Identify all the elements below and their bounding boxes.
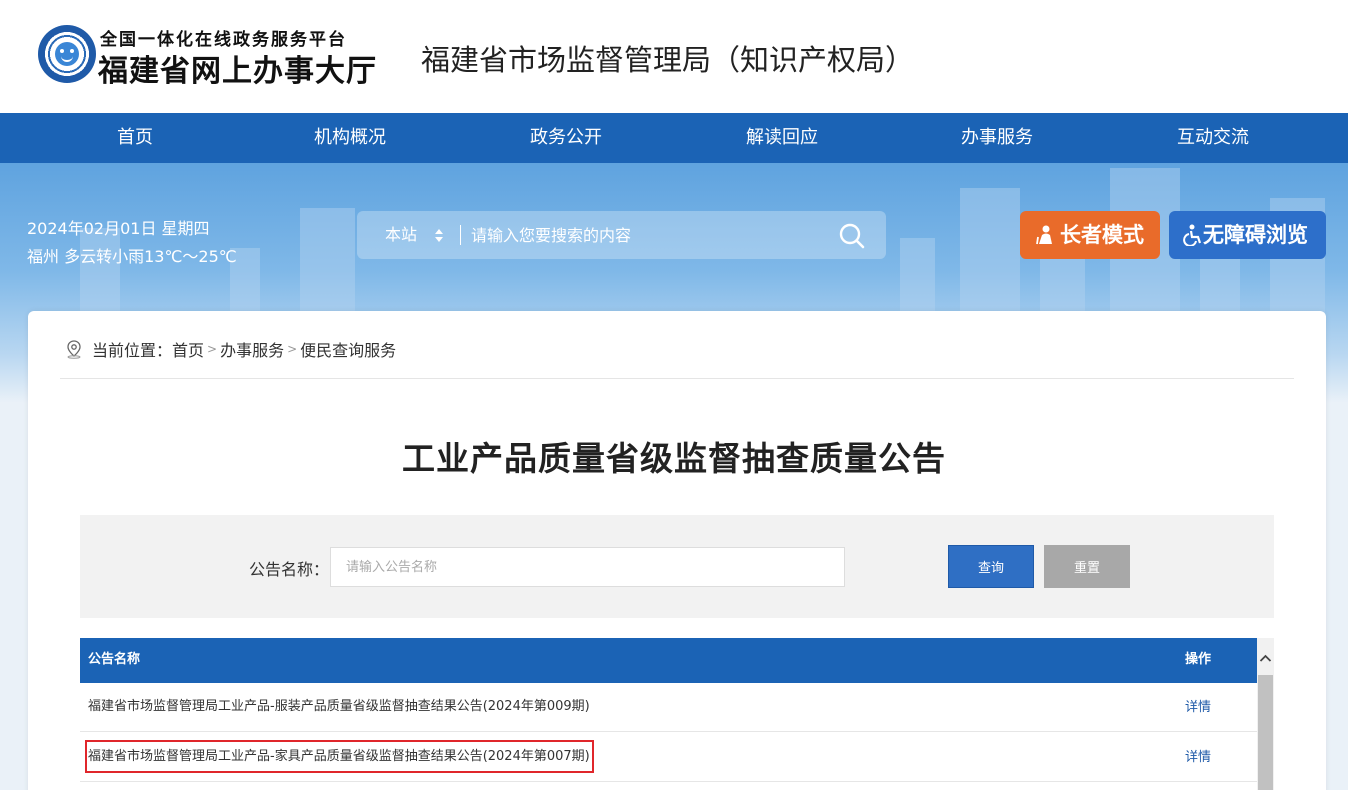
filter-label: 公告名称： — [249, 560, 330, 579]
nav-item-interaction[interactable]: 互动交流 — [1105, 113, 1321, 163]
search-scope-select[interactable]: 本站 — [385, 211, 417, 259]
breadcrumb: 当前位置： 首页 > 办事服务 > 便民查询服务 — [64, 337, 396, 361]
search-divider — [460, 225, 461, 245]
site-header: 全国一体化在线政务服务平台 福建省网上办事大厅 福建省市场监督管理局（知识产权局… — [0, 0, 1348, 113]
breadcrumb-separator: > — [207, 342, 218, 356]
accessibility-button[interactable]: 无障碍浏览 — [1169, 211, 1326, 259]
search-input[interactable] — [471, 219, 821, 251]
breadcrumb-divider — [60, 378, 1294, 379]
location-pin-icon — [67, 340, 81, 359]
logo-emblem-icon[interactable] — [38, 25, 96, 83]
elder-person-icon — [1036, 225, 1052, 245]
table-row: 福建省市场监督管理局工业产品-服装产品质量省级监督抽查结果公告(2024年第00… — [80, 683, 1257, 732]
main-nav: 首页 机构概况 政务公开 解读回应 办事服务 互动交流 — [0, 113, 1348, 163]
search-icon[interactable] — [839, 223, 865, 249]
site-search-box: 本站 — [357, 211, 886, 259]
nav-item-services[interactable]: 办事服务 — [889, 113, 1105, 163]
table-scrollbar[interactable] — [1257, 638, 1274, 790]
scroll-thumb[interactable] — [1258, 675, 1273, 790]
nav-item-gov-info[interactable]: 政务公开 — [458, 113, 674, 163]
column-header-name: 公告名称 — [88, 652, 141, 667]
nav-item-interpretation[interactable]: 解读回应 — [674, 113, 890, 163]
reset-button[interactable]: 重置 — [1044, 545, 1130, 588]
detail-link[interactable]: 详情 — [1185, 683, 1211, 733]
table-row: 福建省市场监督管理局工业产品-家具产品质量省级监督抽查结果公告(2024年第00… — [80, 733, 1257, 782]
breadcrumb-separator: > — [287, 342, 298, 356]
nav-item-about[interactable]: 机构概况 — [242, 113, 458, 163]
scroll-up-arrow-icon[interactable] — [1257, 650, 1274, 667]
elder-mode-label: 长者模式 — [1060, 223, 1144, 247]
site-title: 福建省市场监督管理局（知识产权局） — [421, 43, 915, 77]
detail-link[interactable]: 详情 — [1185, 733, 1211, 783]
table-header: 公告名称 操作 — [80, 638, 1257, 683]
wheelchair-icon — [1183, 224, 1202, 246]
breadcrumb-home[interactable]: 首页 — [172, 337, 204, 361]
announcement-name: 福建省市场监督管理局工业产品-家具产品质量省级监督抽查结果公告(2024年第00… — [88, 749, 590, 764]
query-button[interactable]: 查询 — [948, 545, 1034, 588]
scope-sort-icon[interactable] — [434, 229, 444, 243]
breadcrumb-public-query[interactable]: 便民查询服务 — [300, 337, 396, 361]
elder-mode-button[interactable]: 长者模式 — [1020, 211, 1160, 259]
breadcrumb-prefix: 当前位置： — [92, 341, 173, 360]
announcement-name: 福建省市场监督管理局工业产品-服装产品质量省级监督抽查结果公告(2024年第00… — [88, 699, 590, 714]
logo-main-text[interactable]: 福建省网上办事大厅 — [98, 46, 377, 90]
announcement-name-input[interactable] — [330, 547, 845, 587]
accessibility-label: 无障碍浏览 — [1203, 223, 1308, 247]
nav-item-home[interactable]: 首页 — [27, 113, 243, 163]
current-date: 2024年02月01日 星期四 — [27, 219, 210, 238]
column-header-operation: 操作 — [1185, 652, 1212, 667]
page-title: 工业产品质量省级监督抽查质量公告 — [402, 439, 946, 478]
breadcrumb-services[interactable]: 办事服务 — [220, 337, 284, 361]
weather-info: 福州 多云转小雨13℃～25℃ — [27, 247, 237, 266]
